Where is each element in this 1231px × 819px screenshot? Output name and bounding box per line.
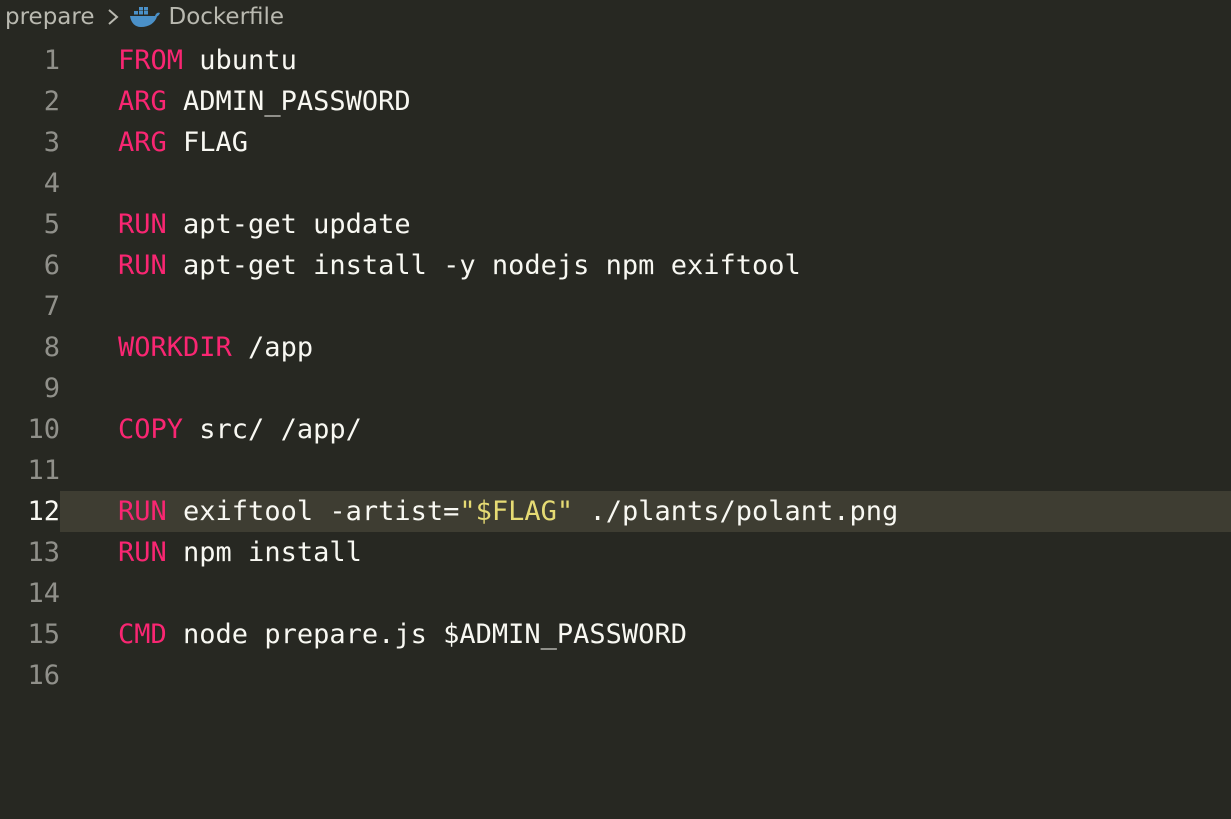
line-code: CMD node prepare.js $ADMIN_PASSWORD <box>118 614 687 655</box>
line-number: 15 <box>27 619 60 650</box>
line-number: 14 <box>27 578 60 609</box>
line-code: ARG ADMIN_PASSWORD <box>118 81 411 122</box>
line-number: 13 <box>27 537 60 568</box>
code-line[interactable]: 2 ARG ADMIN_PASSWORD <box>0 81 1231 122</box>
code-line-current[interactable]: 12 RUN exiftool -artist="$FLAG" ./plants… <box>0 491 1231 532</box>
breadcrumb-file[interactable]: Dockerfile <box>169 4 285 30</box>
string-literal: "$FLAG" <box>459 496 574 527</box>
keyword: COPY <box>118 414 184 445</box>
keyword: RUN <box>118 250 167 281</box>
line-number: 5 <box>43 209 60 240</box>
line-text: node prepare.js $ADMIN_PASSWORD <box>166 619 687 650</box>
code-line[interactable]: 7 <box>0 286 1231 327</box>
line-code: COPY src/ /app/ <box>118 409 362 450</box>
code-line[interactable]: 10 COPY src/ /app/ <box>0 409 1231 450</box>
line-code: RUN apt-get install -y nodejs npm exifto… <box>118 245 801 286</box>
code-line[interactable]: 13 RUN npm install <box>0 532 1231 573</box>
code-line[interactable]: 3 ARG FLAG <box>0 122 1231 163</box>
line-text: src/ /app/ <box>183 414 362 445</box>
keyword: ARG <box>118 127 167 158</box>
line-code: WORKDIR /app <box>118 327 313 368</box>
line-code: FROM ubuntu <box>118 40 297 81</box>
line-number: 7 <box>43 291 60 322</box>
breadcrumb: prepare Dockerfile <box>0 0 284 34</box>
line-number: 10 <box>27 414 60 445</box>
line-number: 4 <box>43 168 60 199</box>
keyword: FROM <box>118 45 184 76</box>
breadcrumb-folder[interactable]: prepare <box>5 4 95 30</box>
line-text: ubuntu <box>183 45 297 76</box>
line-code: RUN apt-get update <box>118 204 411 245</box>
line-text: ADMIN_PASSWORD <box>166 86 411 117</box>
code-line[interactable]: 11 <box>0 450 1231 491</box>
line-code: RUN exiftool -artist="$FLAG" ./plants/po… <box>118 491 898 532</box>
line-text: apt-get install -y nodejs npm exiftool <box>166 250 801 281</box>
line-number: 2 <box>43 86 60 117</box>
line-code: ARG FLAG <box>118 122 248 163</box>
code-line[interactable]: 4 <box>0 163 1231 204</box>
line-number: 16 <box>27 660 60 691</box>
code-line[interactable]: 15 CMD node prepare.js $ADMIN_PASSWORD <box>0 614 1231 655</box>
line-text: npm install <box>166 537 362 568</box>
line-text: FLAG <box>166 127 249 158</box>
line-number: 12 <box>0 491 60 532</box>
code-line[interactable]: 8 WORKDIR /app <box>0 327 1231 368</box>
keyword: RUN <box>118 496 167 527</box>
line-number: 8 <box>43 332 60 363</box>
line-number: 1 <box>43 45 60 76</box>
chevron-right-icon <box>105 6 121 28</box>
keyword: ARG <box>118 86 167 117</box>
code-line[interactable]: 1 FROM ubuntu <box>0 40 1231 81</box>
line-number: 9 <box>43 373 60 404</box>
line-text: exiftool -artist= <box>166 496 460 527</box>
keyword: CMD <box>118 619 167 650</box>
code-line[interactable]: 14 <box>0 573 1231 614</box>
line-text: apt-get update <box>166 209 411 240</box>
line-text: /app <box>231 332 314 363</box>
line-text: ./plants/polant.png <box>573 496 899 527</box>
line-number: 11 <box>27 455 60 486</box>
code-line[interactable]: 16 <box>0 655 1231 696</box>
docker-icon <box>129 6 161 28</box>
code-editor[interactable]: 1 FROM ubuntu 2 ARG ADMIN_PASSWORD 3 ARG… <box>0 40 1231 696</box>
line-code: RUN npm install <box>118 532 362 573</box>
line-number: 6 <box>43 250 60 281</box>
keyword: WORKDIR <box>118 332 232 363</box>
keyword: RUN <box>118 537 167 568</box>
code-line[interactable]: 5 RUN apt-get update <box>0 204 1231 245</box>
code-line[interactable]: 9 <box>0 368 1231 409</box>
line-number: 3 <box>43 127 60 158</box>
code-line[interactable]: 6 RUN apt-get install -y nodejs npm exif… <box>0 245 1231 286</box>
keyword: RUN <box>118 209 167 240</box>
